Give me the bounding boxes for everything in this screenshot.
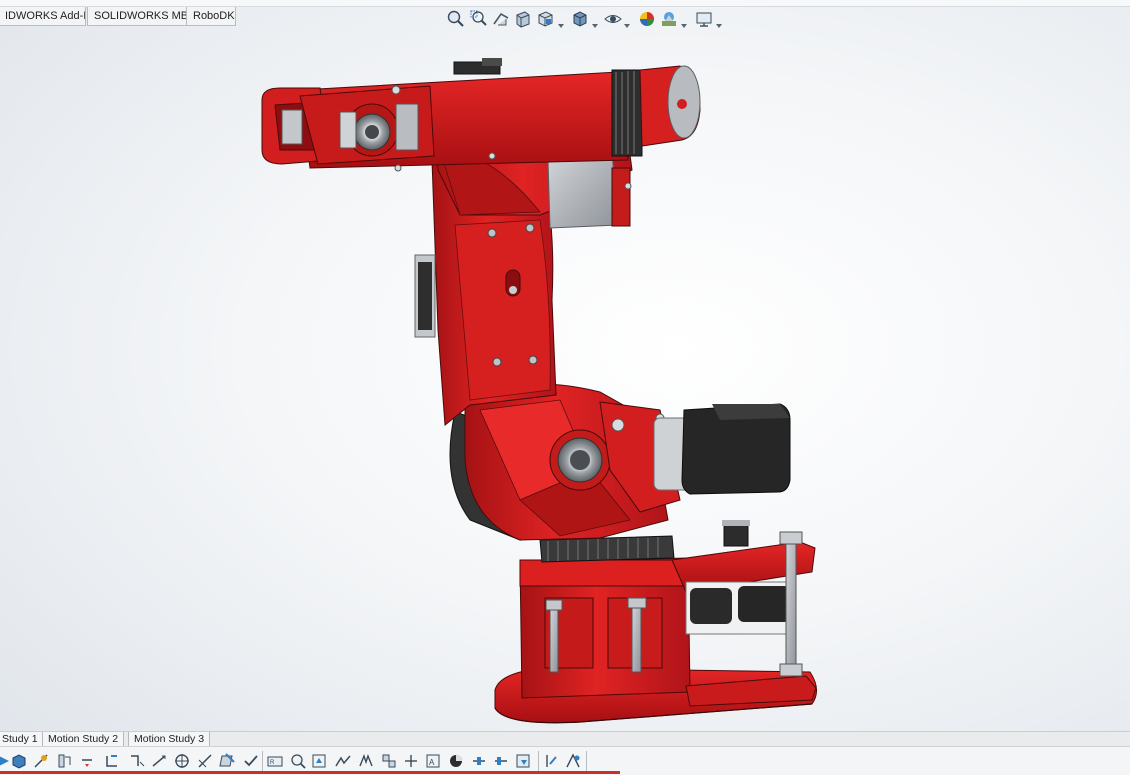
toolbar-separator <box>262 751 263 771</box>
playback-speed-icon[interactable] <box>402 752 420 770</box>
previous-view-icon[interactable] <box>491 9 511 29</box>
chevron-down-icon[interactable] <box>624 16 630 28</box>
chevron-down-icon[interactable] <box>716 16 722 28</box>
sensor-icon[interactable] <box>357 752 375 770</box>
zoom-out-icon[interactable] <box>542 752 560 770</box>
save-animation-icon[interactable] <box>447 752 465 770</box>
path-mate-icon[interactable] <box>334 752 352 770</box>
zoom-to-fit-icon[interactable] <box>446 9 466 29</box>
robot-base[interactable] <box>494 520 817 724</box>
shoulder-joint[interactable] <box>449 383 791 541</box>
tab-robodk[interactable]: RoboDK <box>186 7 236 26</box>
zoom-timeline-icon[interactable] <box>492 752 510 770</box>
tab-motion-study-1[interactable]: Study 1 <box>0 732 44 747</box>
calculate-icon[interactable] <box>218 752 236 770</box>
edit-appearance-icon[interactable] <box>637 9 657 29</box>
autokey-icon[interactable]: R <box>266 752 284 770</box>
view-settings-icon[interactable] <box>694 9 714 29</box>
spring-icon[interactable] <box>55 752 73 770</box>
svg-text:A: A <box>429 758 435 767</box>
command-manager-tabs: IDWORKS Add-Ins SOLIDWORKS MBD RoboDK <box>0 0 1130 26</box>
svg-text:R: R <box>270 760 275 766</box>
force-icon[interactable] <box>103 752 121 770</box>
mates-icon[interactable] <box>311 752 329 770</box>
tab-solidworks-mbd[interactable]: SOLIDWORKS MBD <box>87 7 187 26</box>
chevron-down-icon[interactable] <box>592 16 598 28</box>
tab-motion-study-2[interactable]: Motion Study 2 <box>42 732 125 747</box>
gravity-icon[interactable] <box>150 752 168 770</box>
results-icon[interactable] <box>173 752 191 770</box>
add-key-icon[interactable] <box>289 752 307 770</box>
properties-icon[interactable] <box>470 752 488 770</box>
robot-arm-model[interactable] <box>0 28 1130 730</box>
animation-wizard-icon[interactable] <box>242 752 260 770</box>
plot-icon[interactable] <box>196 752 214 770</box>
chevron-down-icon[interactable] <box>558 16 564 28</box>
damper-icon[interactable] <box>78 752 96 770</box>
explode-icon[interactable] <box>380 752 398 770</box>
filter-icon[interactable] <box>564 752 582 770</box>
graphics-viewport[interactable] <box>0 28 1130 730</box>
chevron-down-icon[interactable] <box>681 16 687 28</box>
tab-motion-study-3[interactable]: Motion Study 3 <box>128 732 211 747</box>
contact-icon[interactable] <box>128 752 146 770</box>
section-view-icon[interactable] <box>513 9 533 29</box>
zoom-to-area-icon[interactable] <box>469 9 489 29</box>
motor-icon[interactable] <box>32 752 50 770</box>
toolbar-separator <box>586 751 587 771</box>
stop-icon[interactable] <box>10 752 28 770</box>
zoom-in-icon[interactable] <box>515 752 533 770</box>
toolbar-separator <box>538 751 539 771</box>
display-style-icon[interactable] <box>570 9 590 29</box>
motion-study-tabs: Study 1 Motion Study 2 Motion Study 3 <box>0 731 1130 747</box>
tab-solidworks-add-ins[interactable]: IDWORKS Add-Ins <box>0 7 86 26</box>
tab-strip-border <box>0 0 1130 7</box>
apply-scene-icon[interactable] <box>659 9 679 29</box>
export-icon[interactable]: A <box>424 752 442 770</box>
hide-show-items-icon[interactable] <box>603 9 623 29</box>
view-orientation-icon[interactable] <box>535 9 555 29</box>
